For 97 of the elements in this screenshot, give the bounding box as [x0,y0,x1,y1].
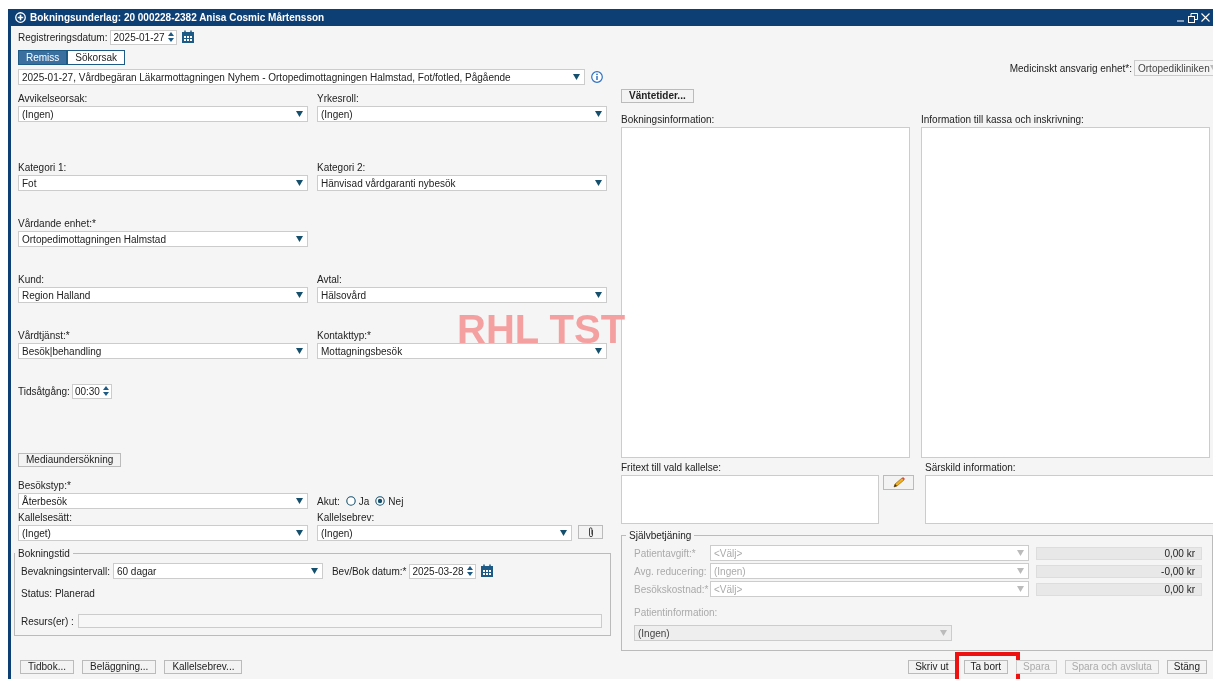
dropdown-field[interactable]: (Inget) [18,525,308,541]
caret-icon [296,111,303,117]
plus-circle-icon [15,12,26,23]
dropdown-field[interactable]: (Ingen) [18,106,308,122]
caret-icon [296,292,303,298]
caret-icon [296,530,303,536]
close-icon[interactable] [1201,13,1210,22]
window-title: Bokningsunderlag: 20 000228-2382 Anisa Cosmic Mårtensson [30,12,325,23]
field-label: Patientavgift:* [634,547,697,559]
radio-option[interactable]: Ja [345,495,370,507]
field-label: Vårdtjänst:* [18,329,71,343]
duration-field[interactable]: 00:30 [71,383,112,399]
field-label: Medicinskt ansvarig enhet*: [1009,62,1132,74]
field-label: Kategori 1: [18,161,68,175]
spinner-icon[interactable] [102,386,109,396]
field-label: Besökskostnad:* [634,583,708,595]
group-title: Självbetjäning [628,530,693,541]
group-title: Bokningstid [17,548,71,559]
caret-icon [296,236,303,242]
field-label: Akut: [317,495,340,507]
date-field[interactable]: 2025-03-28 [409,563,476,579]
field-label: Besökstyp:* [18,479,72,493]
field-label: Resurs(er) : [21,615,74,627]
caret-icon [296,348,303,354]
dropdown-field[interactable]: Hänvisad vårdgaranti nybesök [317,175,607,191]
tab[interactable]: Sökorsak [67,50,126,65]
attach-button[interactable] [578,525,603,539]
referral-dropdown[interactable]: 2025-01-27, Vårdbegäran Läkarmottagningen Nyhem - Ortopedimottagningen Halmstad, Fot/fotled, Pågående [18,69,585,85]
field-label: Bev/Bok datum:* [331,565,407,577]
spinner-icon[interactable] [167,32,174,42]
footer-button[interactable]: Stäng [1166,660,1207,674]
amount-field: 0,00 kr [1036,582,1202,596]
calendar-icon[interactable] [479,564,494,578]
resource-field[interactable] [77,614,602,628]
radio-option[interactable]: Nej [375,495,404,507]
dropdown-field[interactable]: Region Halland [18,287,308,303]
field-label: Kallelsebrev: [317,511,376,525]
amount-field: -0,00 kr [1036,564,1202,578]
caret-icon [1017,568,1024,574]
caret-icon [310,568,318,574]
restore-icon[interactable] [1188,12,1198,23]
media-button[interactable]: Mediaundersökning [18,453,122,467]
caret-icon [595,111,602,117]
field-label: Patientinformation: [634,607,719,620]
date-field[interactable]: 2025-01-27 [110,29,177,45]
field-label: Avtal: [317,273,343,287]
dropdown-field[interactable]: Mottagningsbesök [317,343,607,359]
caret-icon [560,530,567,536]
caret-icon [1017,550,1024,556]
field-label: Fritext till vald kallelse: [621,461,723,475]
status-text: Status: Planerad [21,588,96,599]
calendar-icon[interactable] [180,30,195,44]
field-label: Vårdande enhet:* [18,217,97,231]
caret-icon [595,180,602,186]
field-label: Kallelsesätt: [18,511,73,525]
pencil-icon [891,477,906,488]
radio-icon[interactable] [375,496,386,506]
caret-icon [940,630,947,636]
field-label: Avvikelseorsak: [18,92,89,106]
tab[interactable]: Remiss [18,50,68,65]
caret-icon [595,292,602,298]
info-icon[interactable] [591,71,603,83]
amount-field: 0,00 kr [1036,546,1202,560]
footer-button[interactable]: Beläggning... [82,660,157,674]
field-label: Yrkesroll: [317,92,360,106]
field-label: Kategori 2: [317,161,367,175]
dropdown-field[interactable]: Ortopedimottagningen Halmstad [18,231,308,247]
field-label: Bokningsinformation: [621,113,716,127]
dropdown-field[interactable]: (Ingen) [317,106,607,122]
edit-button[interactable] [883,475,914,490]
dropdown-field[interactable]: Besök|behandling [18,343,308,359]
wait-times-button[interactable]: Väntetider... [621,89,694,103]
footer-button[interactable]: Kallelsebrev... [164,660,243,674]
environment-label: RHL TST [457,312,626,346]
field-label: Information till kassa och inskrivning: [921,113,1085,127]
footer-button[interactable]: Ta bort [963,660,1009,674]
field-label: Kund: [18,273,46,287]
footer-button[interactable]: Skriv ut [908,660,956,674]
spinner-icon[interactable] [466,566,473,576]
dropdown-field[interactable]: Hälsovård [317,287,607,303]
caret-icon [573,74,580,80]
radio-icon[interactable] [345,496,356,506]
caret-icon [595,348,602,354]
paperclip-icon [587,526,594,538]
field-label: Tidsåtgång: [18,385,70,397]
field-label: Bevakningsintervall: [21,565,110,577]
caret-icon [296,180,303,186]
dropdown-field[interactable]: Fot [18,175,308,191]
dropdown-field[interactable]: Återbesök [18,493,308,509]
field-label: Registreringsdatum: [18,31,108,43]
footer-button[interactable]: Tidbok... [20,660,74,674]
dropdown-field[interactable]: 60 dagar [112,563,323,579]
dropdown-field[interactable]: (Ingen) [317,525,572,541]
caret-icon [1017,586,1024,592]
field-label: Särskild information: [925,461,1017,475]
field-label: Avg. reducering: [634,565,708,577]
caret-icon [296,498,303,504]
